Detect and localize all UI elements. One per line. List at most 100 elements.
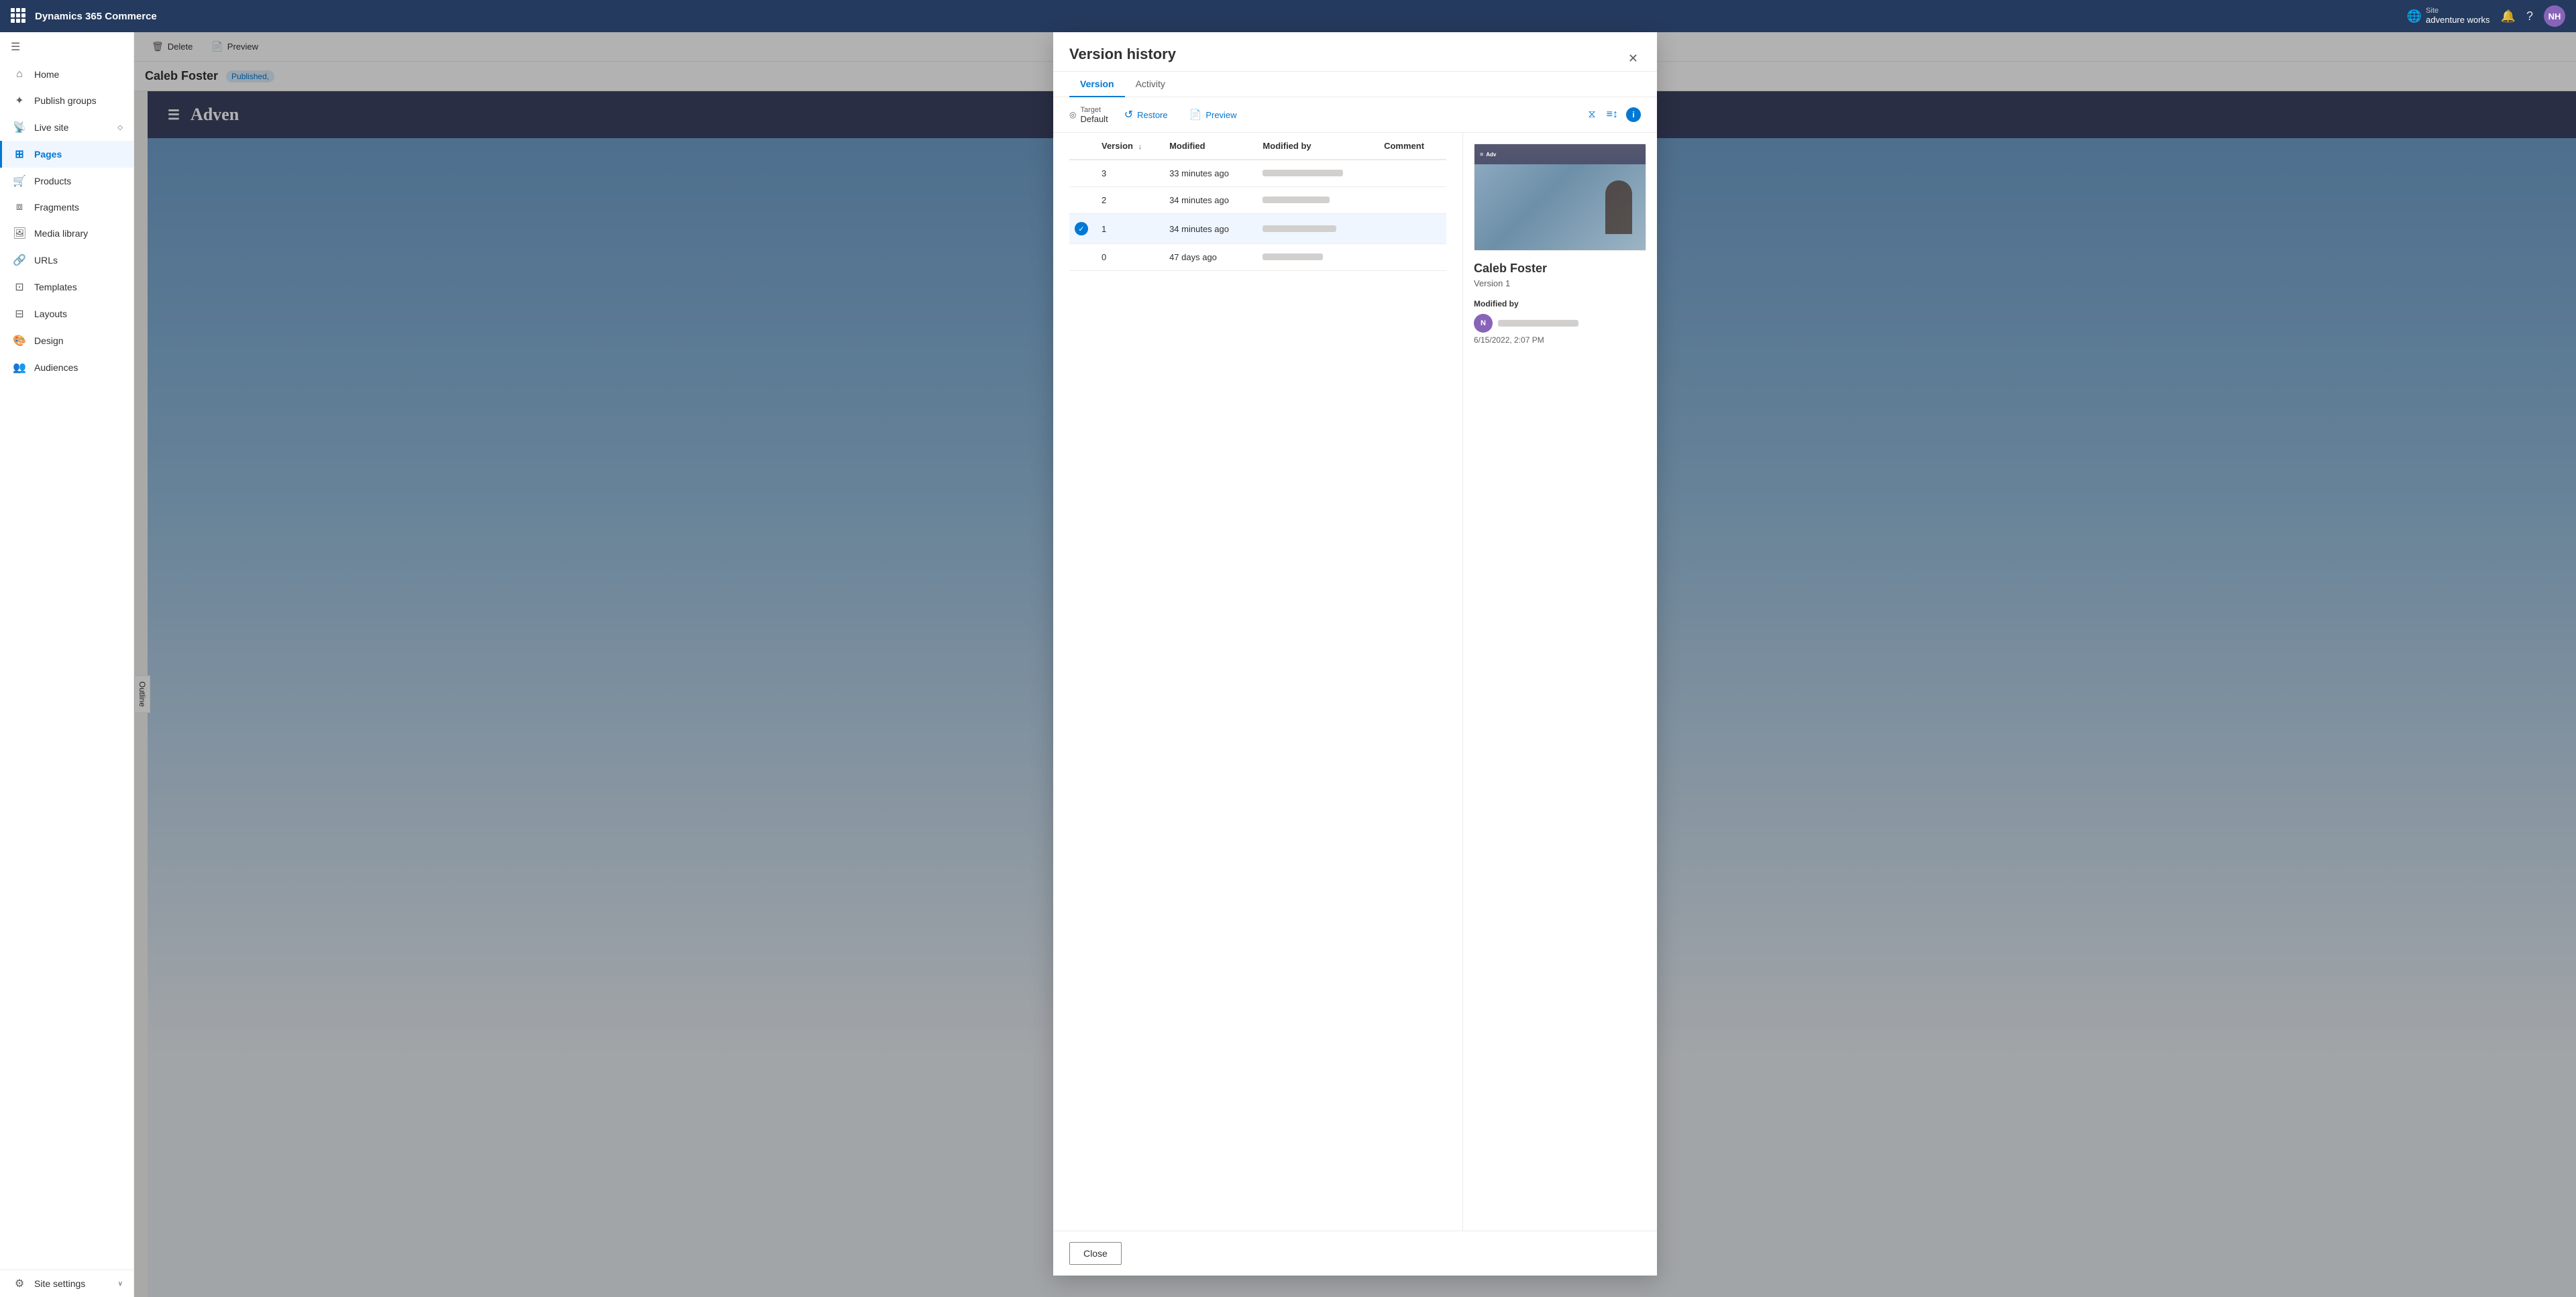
row-modified-by (1257, 214, 1379, 244)
sidebar-item-label: URLs (34, 255, 58, 266)
col-version: Version ↓ (1096, 133, 1164, 160)
row-modified: 34 minutes ago (1164, 214, 1257, 244)
target-circle-icon: ◎ (1069, 110, 1076, 119)
modal-preview-button[interactable]: 📄 Preview (1184, 106, 1242, 123)
row-check-cell (1069, 160, 1096, 187)
site-info[interactable]: 🌐 Site adventure works (2407, 7, 2490, 25)
sidebar-item-label: Pages (34, 149, 62, 160)
table-row-selected[interactable]: ✓ 1 34 minutes ago (1069, 214, 1446, 244)
sidebar-item-fragments[interactable]: ⧈ Fragments (0, 194, 133, 220)
modal-body: Version ↓ Modified Modified by Comment (1053, 133, 1657, 1231)
pages-icon: ⊞ (13, 148, 26, 161)
layouts-icon: ⊟ (13, 307, 26, 321)
nav-right: 🌐 Site adventure works 🔔 ? NH (2407, 5, 2565, 27)
modal-preview-label: Preview (1205, 110, 1236, 120)
sidebar-item-layouts[interactable]: ⊟ Layouts (0, 300, 133, 327)
tab-activity[interactable]: Activity (1125, 72, 1176, 97)
row-comment (1379, 214, 1446, 244)
info-button[interactable]: i (1626, 107, 1641, 122)
row-version: 2 (1096, 187, 1164, 214)
sidebar-item-label: Fragments (34, 202, 79, 213)
redacted-name (1263, 225, 1336, 232)
detail-preview-banner-text: Adv (1486, 152, 1496, 158)
design-icon: 🎨 (13, 334, 26, 347)
site-name: adventure works (2426, 15, 2489, 25)
detail-preview-body (1474, 164, 1646, 250)
modal-title: Version history (1069, 46, 1176, 71)
row-version: 3 (1096, 160, 1164, 187)
row-modified-by (1257, 244, 1379, 271)
sidebar-item-products[interactable]: 🛒 Products (0, 168, 133, 194)
restore-icon: ↺ (1124, 108, 1133, 121)
detail-avatar: N (1474, 314, 1493, 333)
check-icon: ✓ (1075, 222, 1088, 235)
target-value: Default (1080, 114, 1108, 124)
table-row[interactable]: 2 34 minutes ago (1069, 187, 1446, 214)
target-selector[interactable]: ◎ Target Default (1069, 106, 1108, 124)
sidebar-item-design[interactable]: 🎨 Design (0, 327, 133, 354)
modal-footer: Close (1053, 1231, 1657, 1276)
row-comment (1379, 187, 1446, 214)
sidebar-item-label: Products (34, 176, 71, 186)
tab-version[interactable]: Version (1069, 72, 1125, 97)
sidebar-toggle[interactable]: ☰ (0, 32, 133, 62)
detail-date: 6/15/2022, 2:07 PM (1474, 335, 1646, 345)
modal-toolbar-right: ⧖ ≡↕ i (1585, 106, 1641, 123)
row-comment (1379, 244, 1446, 271)
app-grid-icon[interactable] (11, 8, 27, 24)
sort-button[interactable]: ≡↕ (1604, 106, 1621, 123)
sidebar-item-media-library[interactable]: 🖼 Media library (0, 220, 133, 247)
modal-overlay: Version history ✕ Version Activity ◎ Tar… (134, 32, 2576, 1297)
target-info: Target Default (1080, 106, 1108, 124)
site-label: Site (2426, 7, 2489, 15)
detail-modified-by-label: Modified by (1474, 299, 1646, 308)
detail-page-title: Caleb Foster (1474, 262, 1646, 276)
row-modified-by (1257, 160, 1379, 187)
modal-header: Version history ✕ (1053, 32, 1657, 72)
sidebar-item-publish-groups[interactable]: ✦ Publish groups (0, 87, 133, 114)
modal-toolbar: ◎ Target Default ↺ Restore 📄 Preview ⧖ (1053, 97, 1657, 133)
row-check-cell (1069, 187, 1096, 214)
modal-tabs: Version Activity (1053, 72, 1657, 97)
row-comment (1379, 160, 1446, 187)
products-icon: 🛒 (13, 174, 26, 188)
table-row[interactable]: 3 33 minutes ago (1069, 160, 1446, 187)
user-avatar[interactable]: NH (2544, 5, 2565, 27)
sidebar-item-urls[interactable]: 🔗 URLs (0, 247, 133, 274)
sidebar-item-templates[interactable]: ⊡ Templates (0, 274, 133, 300)
row-modified-by (1257, 187, 1379, 214)
version-detail-panel: ≡ Adv Caleb Foster Version 1 Modified by… (1462, 133, 1657, 1231)
table-row[interactable]: 0 47 days ago (1069, 244, 1446, 271)
version-history-modal: Version history ✕ Version Activity ◎ Tar… (1053, 32, 1657, 1276)
modal-close-button[interactable]: ✕ (1625, 49, 1641, 68)
detail-preview-image: ≡ Adv (1474, 144, 1646, 251)
col-check (1069, 133, 1096, 160)
col-comment: Comment (1379, 133, 1446, 160)
sidebar-item-audiences[interactable]: 👥 Audiences (0, 354, 133, 381)
app-name: Dynamics 365 Commerce (35, 11, 2407, 22)
sidebar-item-live-site[interactable]: 📡 Live site ◇ (0, 114, 133, 141)
sidebar-item-home[interactable]: ⌂ Home (0, 62, 133, 87)
publish-groups-icon: ✦ (13, 94, 26, 107)
sidebar-item-site-settings[interactable]: ⚙ Site settings ∨ (0, 1270, 133, 1297)
close-button[interactable]: Close (1069, 1242, 1122, 1265)
sidebar-item-label: Layouts (34, 308, 67, 319)
row-check-cell (1069, 244, 1096, 271)
home-icon: ⌂ (13, 68, 26, 80)
notification-icon[interactable]: 🔔 (2501, 9, 2516, 23)
preview-nav-icon: ≡ (1480, 151, 1483, 158)
urls-icon: 🔗 (13, 253, 26, 267)
sidebar-item-pages[interactable]: ⊞ Pages (0, 141, 133, 168)
detail-preview-banner: ≡ Adv (1474, 144, 1646, 164)
row-version: 1 (1096, 214, 1164, 244)
top-nav: Dynamics 365 Commerce 🌐 Site adventure w… (0, 0, 2576, 32)
row-modified: 34 minutes ago (1164, 187, 1257, 214)
help-icon[interactable]: ? (2526, 9, 2533, 23)
filter-button[interactable]: ⧖ (1585, 106, 1598, 123)
row-modified: 33 minutes ago (1164, 160, 1257, 187)
version-table: Version ↓ Modified Modified by Comment (1069, 133, 1446, 271)
row-check-cell: ✓ (1069, 214, 1096, 244)
modal-toolbar-left: ◎ Target Default ↺ Restore 📄 Preview (1069, 105, 1242, 124)
restore-button[interactable]: ↺ Restore (1119, 105, 1173, 124)
sidebar-item-label: Design (34, 335, 64, 346)
